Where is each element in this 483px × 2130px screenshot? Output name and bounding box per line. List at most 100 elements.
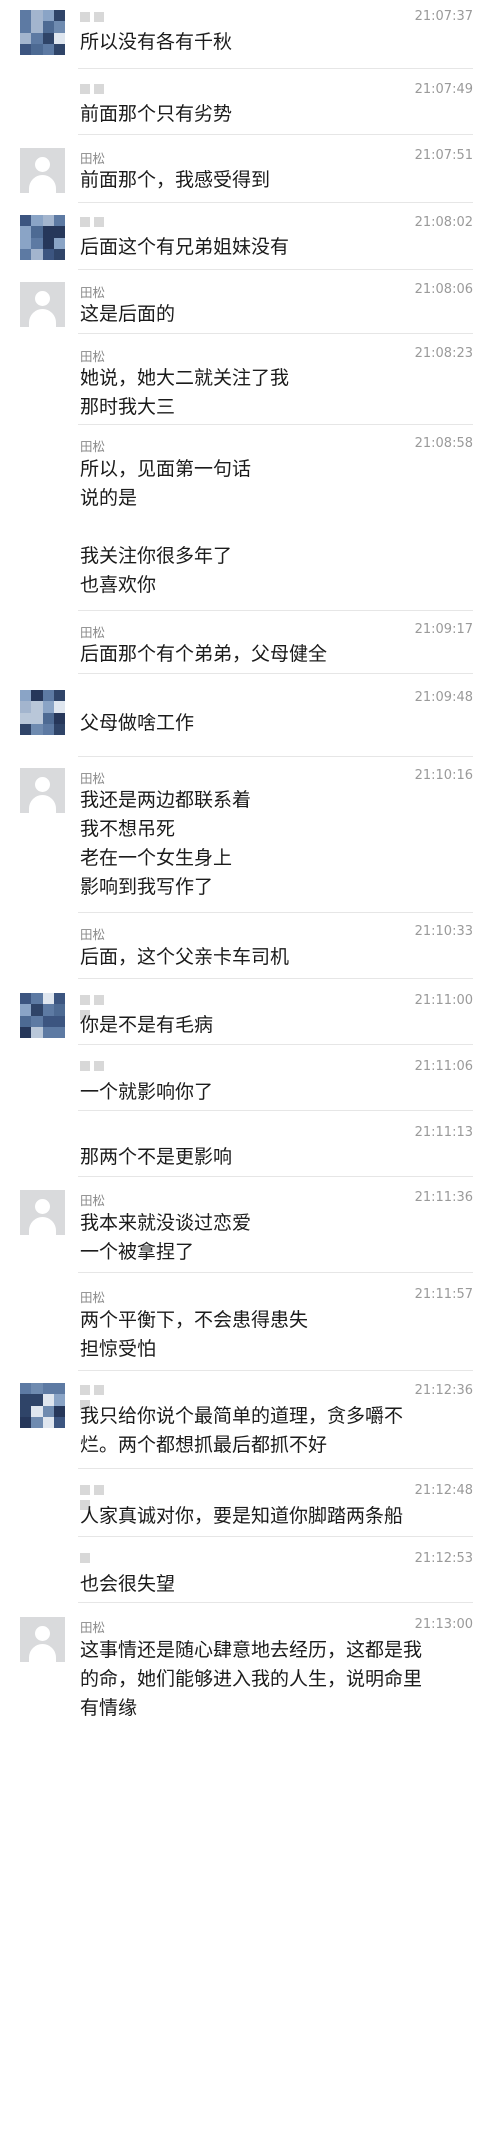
avatar-mosaic-tile <box>42 248 54 260</box>
avatar-mosaic-tile <box>42 701 54 713</box>
avatar-mosaic-tile <box>53 215 65 227</box>
message-text: 所以，见面第一句话 说的是 我关注你很多年了 也喜欢你 <box>80 458 252 596</box>
sender-name-redacted <box>80 1059 120 1071</box>
avatar[interactable] <box>20 282 65 327</box>
message-text: 人家真诚对你，要是知道你脚踏两条船 <box>80 1505 404 1527</box>
avatar[interactable] <box>20 690 65 735</box>
chat-message: 田松 21:09:17 后面那个有个弟弟，父母健全 <box>0 611 483 674</box>
message-time: 21:11:06 <box>414 1059 473 1074</box>
message-time: 21:10:33 <box>414 924 473 939</box>
avatar[interactable] <box>20 768 65 813</box>
avatar-mosaic-tile <box>42 237 54 249</box>
avatar-mosaic-tile <box>31 712 43 724</box>
avatar-mosaic-tile <box>20 1015 32 1027</box>
avatar-mosaic-tile <box>42 1394 54 1406</box>
avatar-mosaic-tile <box>20 712 32 724</box>
avatar[interactable] <box>20 148 65 193</box>
avatar-mosaic-tile <box>42 1026 54 1038</box>
avatar[interactable] <box>20 10 65 55</box>
message-time: 21:11:13 <box>414 1125 473 1140</box>
avatar-mosaic-tile <box>42 1383 54 1395</box>
message-text: 我还是两边都联系着 我不想吊死 老在一个女生身上 影响到我写作了 <box>80 789 252 898</box>
avatar-mosaic-tile <box>31 993 43 1005</box>
chat-message: 田松 21:08:06 这是后面的 <box>0 270 483 334</box>
message-time: 21:07:51 <box>414 148 473 163</box>
avatar-mosaic-tile <box>42 32 54 44</box>
sender-name: 田松 <box>80 151 106 166</box>
sender-name: 田松 <box>80 1620 106 1635</box>
message-time: 21:11:36 <box>414 1190 473 1205</box>
avatar-mosaic-tile <box>20 248 32 260</box>
avatar-mosaic-tile <box>31 1416 43 1428</box>
message-time: 21:11:00 <box>414 993 473 1008</box>
avatar-mosaic-tile <box>53 21 65 33</box>
avatar-mosaic-tile <box>53 1416 65 1428</box>
avatar-mosaic-tile <box>20 43 32 55</box>
avatar-mosaic-tile <box>31 21 43 33</box>
avatar-mosaic-tile <box>31 1405 43 1417</box>
avatar-mosaic-tile <box>20 237 32 249</box>
sender-name-redacted <box>80 82 120 94</box>
chat-message: 21:07:37 所以没有各有千秋 <box>0 0 483 69</box>
avatar-mosaic-tile <box>53 237 65 249</box>
avatar-mosaic-tile <box>20 1405 32 1417</box>
message-text: 我只给你说个最简单的道理，贪多嚼不 烂。两个都想抓最后都抓不好 <box>80 1405 404 1456</box>
avatar-mosaic-tile <box>53 701 65 713</box>
message-time: 21:08:23 <box>414 346 473 361</box>
chat-message: 21:11:00 你是不是有毛病 <box>0 979 483 1045</box>
message-text: 前面那个，我感受得到 <box>80 169 271 191</box>
sender-name-redacted <box>80 1383 120 1410</box>
message-text: 后面那个有个弟弟，父母健全 <box>80 643 328 665</box>
chat-message: 21:12:36 我只给你说个最简单的道理，贪多嚼不 烂。两个都想抓最后都抓不好 <box>0 1371 483 1469</box>
avatar-mosaic-tile <box>20 1026 32 1038</box>
message-time: 21:08:02 <box>414 215 473 230</box>
message-text: 两个平衡下，不会患得患失 担惊受怕 <box>80 1309 309 1360</box>
sender-name-redacted <box>80 1551 120 1563</box>
avatar-mosaic-tile <box>20 993 32 1005</box>
sender-name-redacted <box>80 1483 120 1510</box>
avatar[interactable] <box>20 1383 65 1428</box>
message-time: 21:08:58 <box>414 436 473 451</box>
avatar-mosaic-tile <box>20 723 32 735</box>
avatar-mosaic-tile <box>20 215 32 227</box>
chat-message: 21:07:49 前面那个只有劣势 <box>0 69 483 135</box>
chat-message: 21:11:13 那两个不是更影响 <box>0 1111 483 1177</box>
sender-name-redacted <box>80 993 120 1020</box>
avatar-mosaic-tile <box>31 701 43 713</box>
avatar-mosaic-tile <box>53 43 65 55</box>
avatar-mosaic-tile <box>20 1394 32 1406</box>
avatar[interactable] <box>20 215 65 260</box>
message-time: 21:13:00 <box>414 1617 473 1632</box>
message-time: 21:11:57 <box>414 1287 473 1302</box>
avatar[interactable] <box>20 1617 65 1662</box>
avatar[interactable] <box>20 1190 65 1235</box>
sender-name: 田松 <box>80 927 106 942</box>
avatar-mosaic-tile <box>42 723 54 735</box>
avatar-mosaic-tile <box>31 1026 43 1038</box>
avatar-mosaic-tile <box>42 1004 54 1016</box>
message-text: 也会很失望 <box>80 1573 176 1595</box>
chat-message: 田松 21:10:16 我还是两边都联系着 我不想吊死 老在一个女生身上 影响到… <box>0 757 483 913</box>
avatar-mosaic-tile <box>42 43 54 55</box>
avatar-mosaic-tile <box>20 690 32 702</box>
sender-name: 田松 <box>80 771 106 786</box>
avatar-mosaic-tile <box>20 32 32 44</box>
chat-message: 21:08:02 后面这个有兄弟姐妹没有 <box>0 203 483 270</box>
avatar-mosaic-tile <box>31 690 43 702</box>
chat-message: 田松 21:07:51 前面那个，我感受得到 <box>0 135 483 203</box>
avatar-mosaic-tile <box>42 712 54 724</box>
message-text: 这事情还是随心肆意地去经历，这都是我 的命，她们能够进入我的人生，说明命里 有情… <box>80 1639 423 1719</box>
message-time: 21:10:16 <box>414 768 473 783</box>
avatar-mosaic-tile <box>53 32 65 44</box>
avatar-mosaic-tile <box>20 1383 32 1395</box>
avatar[interactable] <box>20 993 65 1038</box>
message-text: 那两个不是更影响 <box>80 1146 233 1168</box>
avatar-mosaic-tile <box>53 723 65 735</box>
chat-message: 21:09:48 父母做啥工作 <box>0 674 483 757</box>
avatar-mosaic-tile <box>42 1015 54 1027</box>
avatar-mosaic-tile <box>42 690 54 702</box>
message-text: 父母做啥工作 <box>80 712 195 734</box>
avatar-mosaic-tile <box>31 723 43 735</box>
message-time: 21:12:53 <box>414 1551 473 1566</box>
chat-message: 田松 21:10:33 后面，这个父亲卡车司机 <box>0 913 483 979</box>
